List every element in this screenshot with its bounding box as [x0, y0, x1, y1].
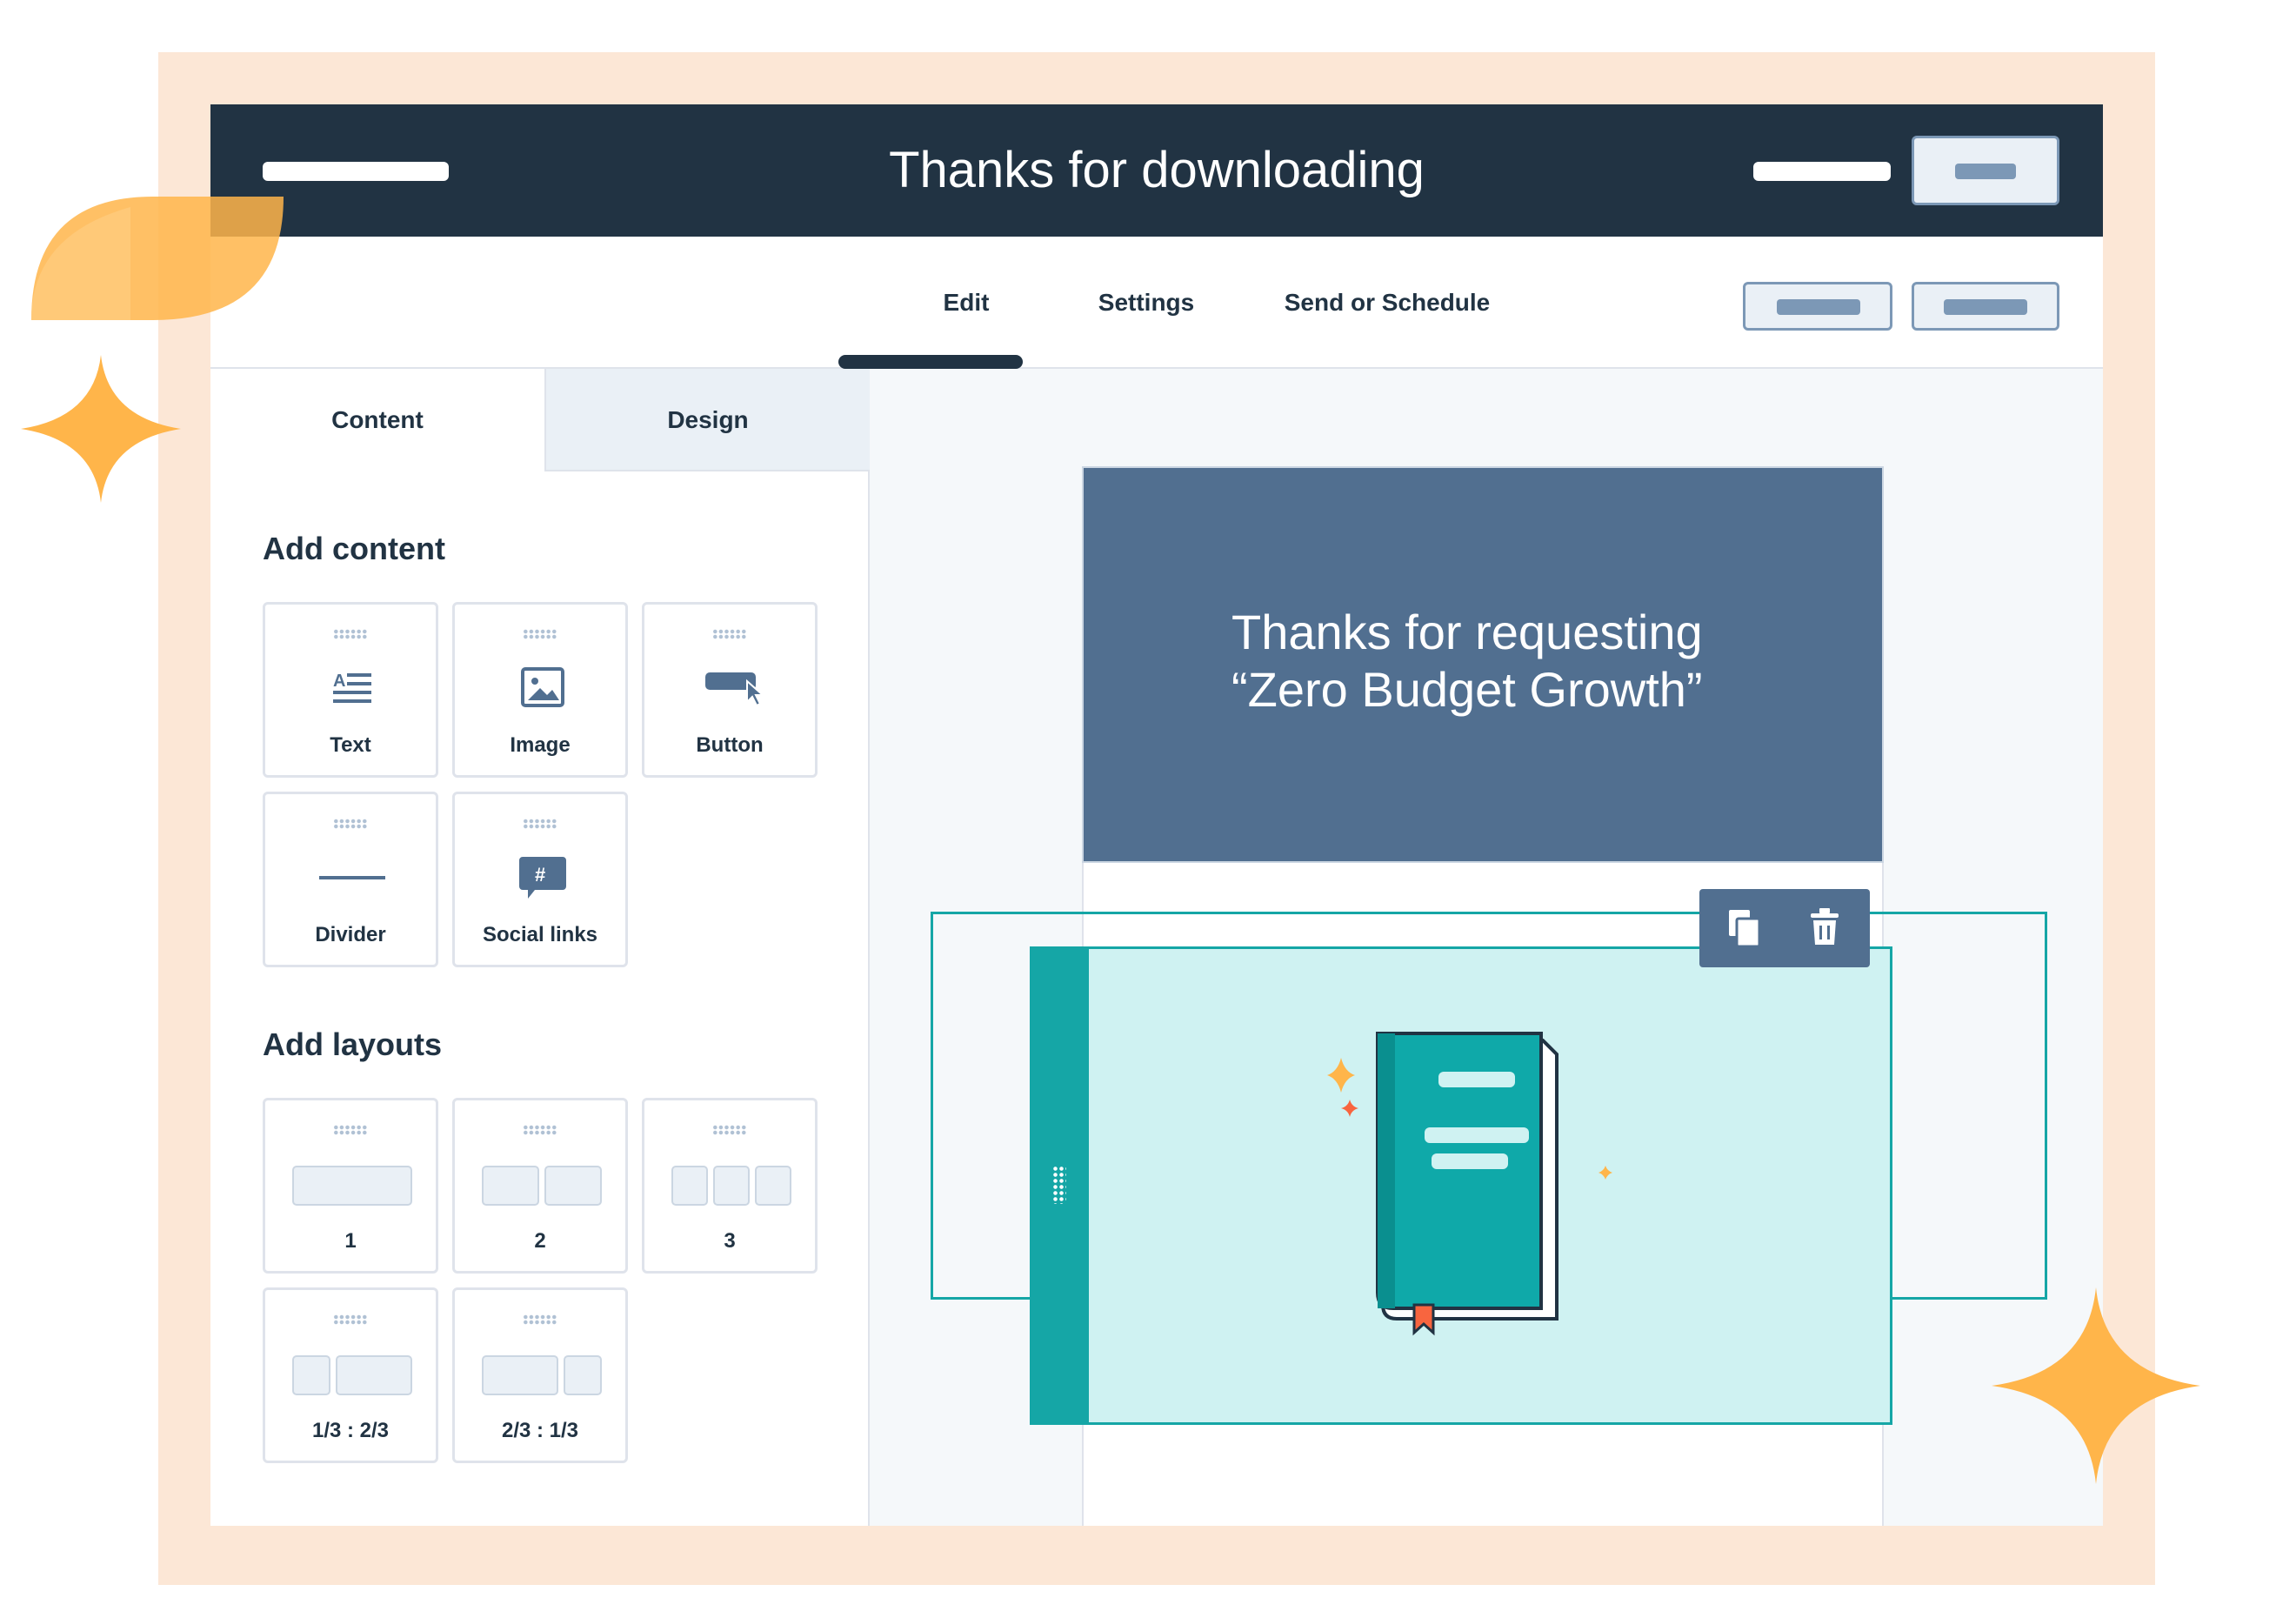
drag-handle-icon	[523, 629, 557, 639]
grip-dots-icon	[1052, 1166, 1066, 1204]
add-content-heading: Add content	[263, 531, 445, 566]
add-layouts-heading: Add layouts	[263, 1026, 443, 1062]
subtab-design[interactable]: Design	[544, 369, 870, 471]
image-icon	[455, 662, 625, 714]
layout-tile-1-column[interactable]: 1	[263, 1098, 438, 1274]
tile-label: 2/3 : 1/3	[501, 1419, 579, 1442]
trash-icon[interactable]	[1807, 906, 1842, 948]
layout-tile-2-columns[interactable]: 2	[452, 1098, 628, 1274]
drag-handle-icon	[333, 819, 368, 829]
button-placeholder	[1955, 164, 2016, 179]
divider-icon	[265, 852, 436, 904]
top-header: Thanks for downloading	[210, 104, 2103, 237]
three-column-icon	[644, 1158, 815, 1210]
sidebar-panel: Content Design Add content A Text Image …	[210, 369, 870, 1526]
tile-label: 1	[344, 1229, 357, 1253]
content-tile-text[interactable]: A Text	[263, 602, 438, 778]
module-drag-handle[interactable]	[1030, 946, 1089, 1425]
email-canvas: Thanks for requesting “Zero Budget Growt…	[870, 369, 2103, 1526]
tile-label: Image	[510, 733, 571, 757]
two-thirds-one-third-icon	[455, 1347, 625, 1400]
tab-settings[interactable]: Settings	[1051, 237, 1242, 369]
button-placeholder	[1777, 299, 1860, 315]
one-column-icon	[265, 1158, 436, 1210]
toolbar-button-1[interactable]	[1743, 282, 1892, 331]
svg-text:A: A	[333, 672, 345, 691]
tab-edit[interactable]: Edit	[875, 237, 1058, 369]
header-action-button[interactable]	[1912, 136, 2059, 205]
text-icon: A	[265, 662, 436, 714]
hero-heading-line-2: “Zero Budget Growth”	[1231, 662, 1703, 717]
content-tile-social-links[interactable]: # Social links	[452, 792, 628, 967]
editor-tabs: Edit Settings Send or Schedule	[210, 237, 2103, 369]
clone-icon[interactable]	[1725, 908, 1764, 950]
leaf-shape-decoration	[26, 191, 287, 322]
tab-send-or-schedule[interactable]: Send or Schedule	[1242, 237, 1532, 369]
two-column-icon	[455, 1158, 625, 1210]
social-links-icon: #	[455, 852, 625, 904]
svg-text:#: #	[535, 864, 545, 886]
header-right-placeholder[interactable]	[1753, 162, 1891, 181]
book-icon	[1313, 1030, 1661, 1343]
subtab-content[interactable]: Content	[210, 369, 544, 471]
drag-handle-icon	[333, 629, 368, 639]
drag-handle-icon	[333, 1314, 368, 1325]
tile-label: Divider	[315, 923, 386, 946]
sparkle-icon	[1992, 1287, 2200, 1484]
drag-handle-icon	[523, 1314, 557, 1325]
tile-label: 2	[534, 1229, 546, 1253]
hero-heading-line-1: Thanks for requesting	[1231, 605, 1703, 659]
drag-handle-icon	[333, 1125, 368, 1135]
toolbar-button-2[interactable]	[1912, 282, 2059, 331]
button-icon	[644, 662, 815, 714]
sparkle-icon	[21, 355, 181, 503]
button-placeholder	[1944, 299, 2027, 315]
drag-handle-icon	[712, 1125, 747, 1135]
drag-handle-icon	[712, 629, 747, 639]
layout-tile-one-third-two-thirds[interactable]: 1/3 : 2/3	[263, 1287, 438, 1463]
content-tile-divider[interactable]: Divider	[263, 792, 438, 967]
tile-label: Social links	[482, 923, 598, 946]
email-editor-window: Thanks for downloading Edit Settings Sen…	[210, 104, 2103, 1526]
one-third-two-thirds-icon	[265, 1347, 436, 1400]
tile-label: 3	[724, 1229, 736, 1253]
drag-handle-icon	[523, 1125, 557, 1135]
hero-section[interactable]: Thanks for requesting “Zero Budget Growt…	[1082, 466, 1884, 863]
tile-label: Text	[330, 733, 371, 757]
layout-tile-two-thirds-one-third[interactable]: 2/3 : 1/3	[452, 1287, 628, 1463]
tile-label: Button	[696, 733, 764, 757]
content-tile-button[interactable]: Button	[642, 602, 818, 778]
layout-tile-3-columns[interactable]: 3	[642, 1098, 818, 1274]
tile-label: 1/3 : 2/3	[311, 1419, 390, 1442]
drag-handle-icon	[523, 819, 557, 829]
module-toolbar	[1699, 889, 1870, 967]
content-tile-image[interactable]: Image	[452, 602, 628, 778]
active-tab-indicator	[838, 355, 1023, 369]
